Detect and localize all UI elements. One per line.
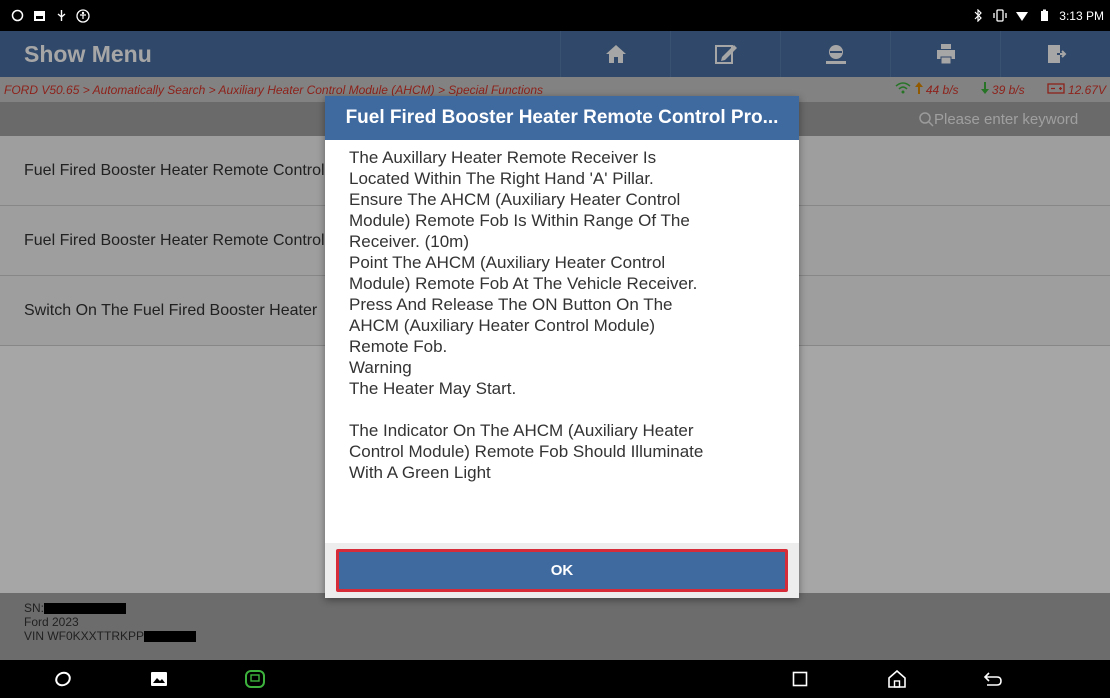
back-icon[interactable]	[982, 669, 1004, 689]
recents-icon[interactable]	[789, 669, 811, 689]
dialog-message: The Auxillary Heater Remote Receiver Is …	[349, 148, 704, 482]
ok-button[interactable]: OK	[336, 549, 788, 592]
status-bar: 3:13 PM	[0, 0, 1110, 31]
clock: 3:13 PM	[1059, 8, 1104, 23]
browser-icon[interactable]	[52, 669, 74, 689]
image-icon	[32, 9, 46, 23]
vibrate-icon	[993, 9, 1007, 23]
dialog-footer: OK	[325, 543, 799, 598]
android-nav-bar	[0, 660, 1110, 698]
battery-icon	[1037, 9, 1051, 23]
vci-icon[interactable]	[244, 669, 266, 689]
dialog-title: Fuel Fired Booster Heater Remote Control…	[325, 96, 799, 140]
bluetooth-icon	[971, 9, 985, 23]
home-nav-icon[interactable]	[886, 669, 908, 689]
info-dialog: Fuel Fired Booster Heater Remote Control…	[325, 96, 799, 598]
accessibility-icon	[76, 8, 90, 23]
usb-icon	[54, 9, 68, 23]
wifi-icon	[1015, 9, 1029, 23]
message-icon	[10, 9, 24, 23]
gallery-icon[interactable]	[148, 669, 170, 689]
